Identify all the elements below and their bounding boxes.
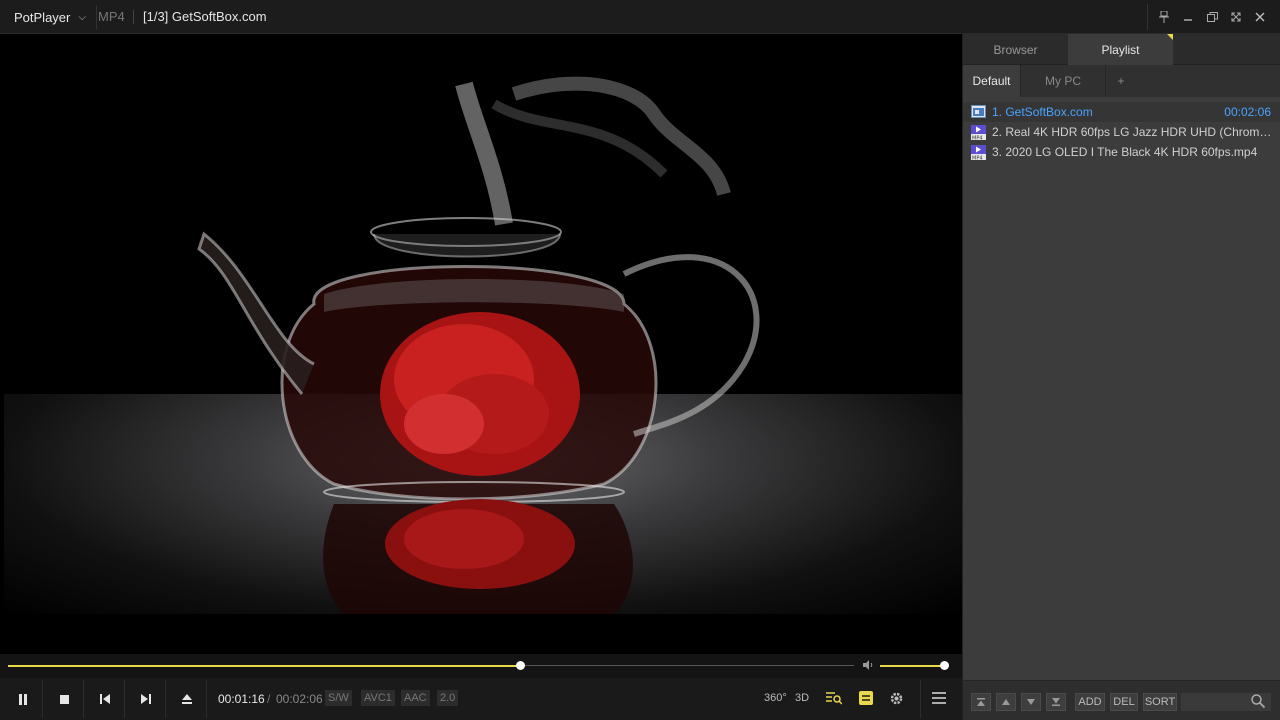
app-name: PotPlayer	[14, 9, 71, 25]
title-separator	[133, 10, 134, 24]
playlist-item[interactable]: MP4 2. Real 4K HDR 60fps LG Jazz HDR UHD…	[963, 122, 1280, 142]
side-panel: Browser Playlist Default My PC + 1. GetS…	[962, 34, 1280, 720]
next-icon	[141, 694, 151, 704]
volume-track[interactable]	[880, 665, 944, 667]
pause-button[interactable]	[12, 688, 34, 710]
subtab-my-pc[interactable]: My PC	[1021, 65, 1106, 97]
playlist-item-name: 3. 2020 LG OLED I The Black 4K HDR 60fps…	[992, 145, 1258, 159]
move-top-icon	[977, 698, 985, 706]
vr-360-icon[interactable]: 360°	[764, 688, 787, 708]
settings-gear-icon[interactable]	[889, 688, 904, 708]
window-title: [1/3] GetSoftBox.com	[143, 9, 267, 24]
subtab-default[interactable]: Default	[963, 65, 1021, 97]
stop-button[interactable]	[53, 688, 75, 710]
playlist-search-input[interactable]	[1181, 693, 1271, 711]
volume-thumb[interactable]	[940, 661, 949, 670]
eject-button[interactable]	[176, 688, 198, 710]
playlist-item[interactable]: MP4 3. 2020 LG OLED I The Black 4K HDR 6…	[963, 142, 1280, 162]
panel-tabs: Browser Playlist	[963, 34, 1280, 65]
close-icon[interactable]	[1248, 6, 1272, 28]
seek-thumb[interactable]	[516, 661, 525, 670]
previous-icon	[100, 694, 110, 704]
sort-button[interactable]: SORT	[1143, 693, 1177, 711]
move-up-icon	[1002, 699, 1010, 705]
playlist-item-duration: 00:02:06	[1224, 105, 1271, 119]
menu-icon[interactable]	[932, 688, 946, 708]
control-divider	[42, 680, 43, 718]
control-bar: 00:01:16 / 00:02:06 S/W AVC1 AAC 2.0 360…	[0, 678, 962, 720]
title-bar: PotPlayer ⌵ MP4 [1/3] GetSoftBox.com	[0, 0, 1280, 34]
move-bottom-button[interactable]	[1046, 693, 1066, 711]
playlist-item-name: 1. GetSoftBox.com	[992, 105, 1093, 119]
add-tab-button[interactable]: +	[1106, 65, 1136, 97]
video-frame[interactable]	[4, 34, 962, 654]
playlist-search-icon[interactable]	[826, 688, 842, 708]
move-top-button[interactable]	[971, 693, 991, 711]
move-up-button[interactable]	[996, 693, 1016, 711]
time-separator: /	[267, 692, 271, 706]
svg-text:MP4: MP4	[972, 156, 983, 161]
window-controls	[1152, 6, 1272, 28]
move-bottom-icon	[1052, 698, 1060, 706]
audio-codec-tag[interactable]: AAC	[401, 690, 430, 706]
mp4-file-icon: MP4	[971, 145, 987, 162]
pin-icon[interactable]	[1152, 6, 1176, 28]
window-controls-divider	[1147, 4, 1148, 30]
current-time[interactable]: 00:01:16	[218, 692, 265, 706]
control-divider	[206, 680, 207, 718]
audio-channels-tag[interactable]: 2.0	[437, 690, 459, 706]
svg-text:MP4: MP4	[972, 136, 983, 141]
seek-area	[0, 654, 962, 678]
move-down-button[interactable]	[1021, 693, 1041, 711]
format-label: MP4	[98, 9, 125, 24]
3d-icon[interactable]: 3D	[795, 688, 809, 708]
subtitle-icon[interactable]	[859, 688, 873, 708]
control-divider	[83, 680, 84, 718]
tab-browser[interactable]: Browser	[963, 34, 1068, 65]
next-button[interactable]	[135, 688, 157, 710]
search-icon[interactable]	[1251, 694, 1266, 711]
playlist-subtabs: Default My PC +	[963, 65, 1280, 97]
web-file-icon	[971, 105, 987, 119]
volume-icon[interactable]	[862, 659, 874, 674]
control-divider	[124, 680, 125, 718]
control-divider	[165, 680, 166, 718]
previous-button[interactable]	[94, 688, 116, 710]
eject-icon	[182, 694, 192, 704]
fullscreen-icon[interactable]	[1224, 6, 1248, 28]
pause-icon	[19, 693, 27, 705]
control-divider	[920, 680, 921, 718]
playlist-toolbar: ADD DEL SORT	[963, 680, 1280, 720]
stop-icon	[59, 694, 69, 704]
add-button[interactable]: ADD	[1075, 693, 1105, 711]
video-teapot	[197, 217, 760, 614]
delete-button[interactable]: DEL	[1110, 693, 1138, 711]
mp4-file-icon: MP4	[971, 125, 987, 142]
tab-playlist[interactable]: Playlist	[1068, 34, 1173, 65]
chevron-down-icon: ⌵	[78, 11, 86, 23]
decoder-tag[interactable]: S/W	[325, 690, 352, 706]
move-down-icon	[1027, 699, 1035, 705]
total-time[interactable]: 00:02:06	[276, 692, 323, 706]
minimize-icon[interactable]	[1176, 6, 1200, 28]
restore-icon[interactable]	[1200, 6, 1224, 28]
app-menu-button[interactable]: PotPlayer ⌵	[4, 5, 97, 29]
playlist: 1. GetSoftBox.com 00:02:06 MP4 2. Real 4…	[963, 102, 1280, 162]
playlist-item-name: 2. Real 4K HDR 60fps LG Jazz HDR UHD (Ch…	[992, 125, 1272, 139]
seek-progress	[8, 665, 520, 667]
video-codec-tag[interactable]: AVC1	[361, 690, 395, 706]
playlist-item[interactable]: 1. GetSoftBox.com 00:02:06	[963, 102, 1280, 122]
